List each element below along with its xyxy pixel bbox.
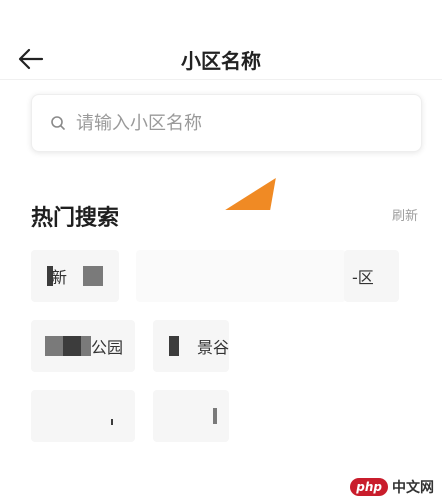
chip-label: -区 — [352, 268, 374, 287]
orange-marker-shape — [225, 178, 276, 210]
page-title: 小区名称 — [181, 49, 261, 73]
hot-search-chip[interactable] — [136, 250, 346, 302]
site-watermark: php 中文网 — [350, 477, 434, 497]
redacted-block — [83, 266, 104, 286]
hot-search-chip[interactable]: 公园 — [31, 320, 135, 372]
redacted-block — [213, 408, 217, 424]
hot-search-chip[interactable]: -区 — [344, 250, 399, 302]
redacted-block — [169, 336, 179, 356]
redacted-block — [81, 336, 91, 356]
hot-search-chip[interactable] — [153, 390, 229, 442]
hot-search-chip[interactable] — [31, 390, 135, 442]
search-box[interactable] — [31, 94, 422, 152]
redacted-block — [45, 336, 63, 356]
search-icon — [50, 114, 68, 132]
watermark-logo: php — [350, 478, 388, 496]
hot-search-chip[interactable]: 景谷 — [153, 320, 229, 372]
watermark-text: 中文网 — [392, 480, 434, 496]
hot-search-title: 热门搜索 — [31, 206, 120, 231]
redacted-block — [111, 419, 113, 425]
chip-label: 公园 — [91, 338, 124, 357]
navigation-bar: 小区名称 — [0, 0, 442, 80]
refresh-button[interactable]: 刷新 — [392, 205, 418, 224]
redacted-block — [63, 336, 81, 356]
search-input[interactable] — [76, 112, 376, 134]
chip-label: 新 — [51, 268, 68, 287]
hot-search-chip[interactable]: 新 — [31, 250, 119, 302]
chip-label: 景谷 — [196, 338, 229, 357]
